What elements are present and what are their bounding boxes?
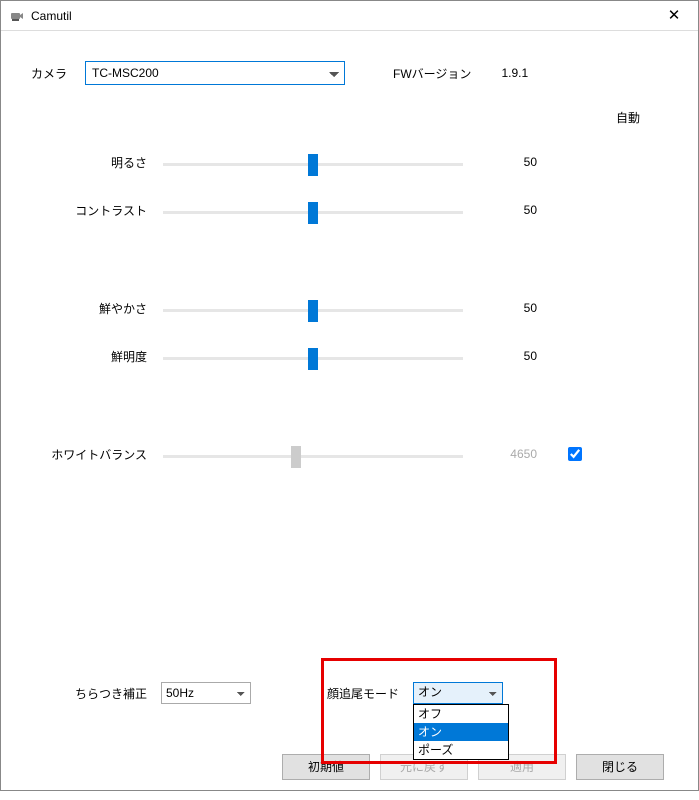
auto-header: 自動 [31, 109, 668, 126]
content-area: カメラ TC-MSC200 FWバージョン 1.9.1 自動 明るさ 50 コン… [1, 31, 698, 800]
face-mode-selected: オン [418, 685, 442, 699]
whitebalance-auto-checkbox[interactable] [568, 447, 582, 461]
saturation-row: 鮮やかさ 50 [31, 284, 668, 332]
contrast-value: 50 [461, 203, 541, 217]
bottom-area: ちらつき補正 50Hz 顔追尾モード オン オフ オン ポーズ [31, 678, 668, 780]
window-title: Camutil [31, 9, 652, 23]
close-button[interactable]: 閉じる [576, 754, 664, 780]
sharpness-value: 50 [461, 349, 541, 363]
face-mode-option-off[interactable]: オフ [414, 705, 508, 723]
brightness-value: 50 [461, 155, 541, 169]
face-mode-option-pause[interactable]: ポーズ [414, 741, 508, 759]
whitebalance-row: ホワイトバランス 4650 [31, 430, 668, 478]
whitebalance-slider[interactable] [163, 455, 463, 458]
saturation-label: 鮮やかさ [31, 300, 161, 317]
contrast-slider[interactable] [163, 211, 463, 214]
window-close-button[interactable]: ✕ [652, 1, 696, 31]
face-mode-option-on[interactable]: オン [414, 723, 508, 741]
flicker-face-row: ちらつき補正 50Hz 顔追尾モード オン オフ オン ポーズ [31, 678, 668, 708]
flicker-select[interactable]: 50Hz [161, 682, 251, 704]
saturation-value: 50 [461, 301, 541, 315]
brightness-label: 明るさ [31, 154, 161, 171]
camera-label: カメラ [31, 65, 67, 82]
contrast-row: コントラスト 50 [31, 186, 668, 234]
fw-version-label: FWバージョン [393, 65, 471, 82]
face-mode-dropdown: オフ オン ポーズ [413, 704, 509, 760]
sharpness-slider[interactable] [163, 357, 463, 360]
sharpness-row: 鮮明度 50 [31, 332, 668, 380]
face-mode-select[interactable]: オン [413, 682, 503, 704]
default-button[interactable]: 初期値 [282, 754, 370, 780]
sharpness-label: 鮮明度 [31, 348, 161, 365]
saturation-slider[interactable] [163, 309, 463, 312]
camera-row: カメラ TC-MSC200 FWバージョン 1.9.1 [31, 61, 668, 85]
app-icon [9, 8, 25, 24]
button-row: 初期値 元に戻す 適用 閉じる [31, 754, 668, 780]
app-window: Camutil ✕ カメラ TC-MSC200 FWバージョン 1.9.1 自動… [0, 0, 699, 791]
contrast-label: コントラスト [31, 202, 161, 219]
fw-version-value: 1.9.1 [501, 66, 528, 80]
face-mode-label: 顔追尾モード [327, 685, 399, 702]
brightness-row: 明るさ 50 [31, 138, 668, 186]
titlebar: Camutil ✕ [1, 1, 698, 31]
brightness-slider[interactable] [163, 163, 463, 166]
whitebalance-value: 4650 [461, 447, 541, 461]
camera-select[interactable]: TC-MSC200 [85, 61, 345, 85]
flicker-label: ちらつき補正 [31, 685, 161, 702]
whitebalance-label: ホワイトバランス [31, 446, 161, 463]
